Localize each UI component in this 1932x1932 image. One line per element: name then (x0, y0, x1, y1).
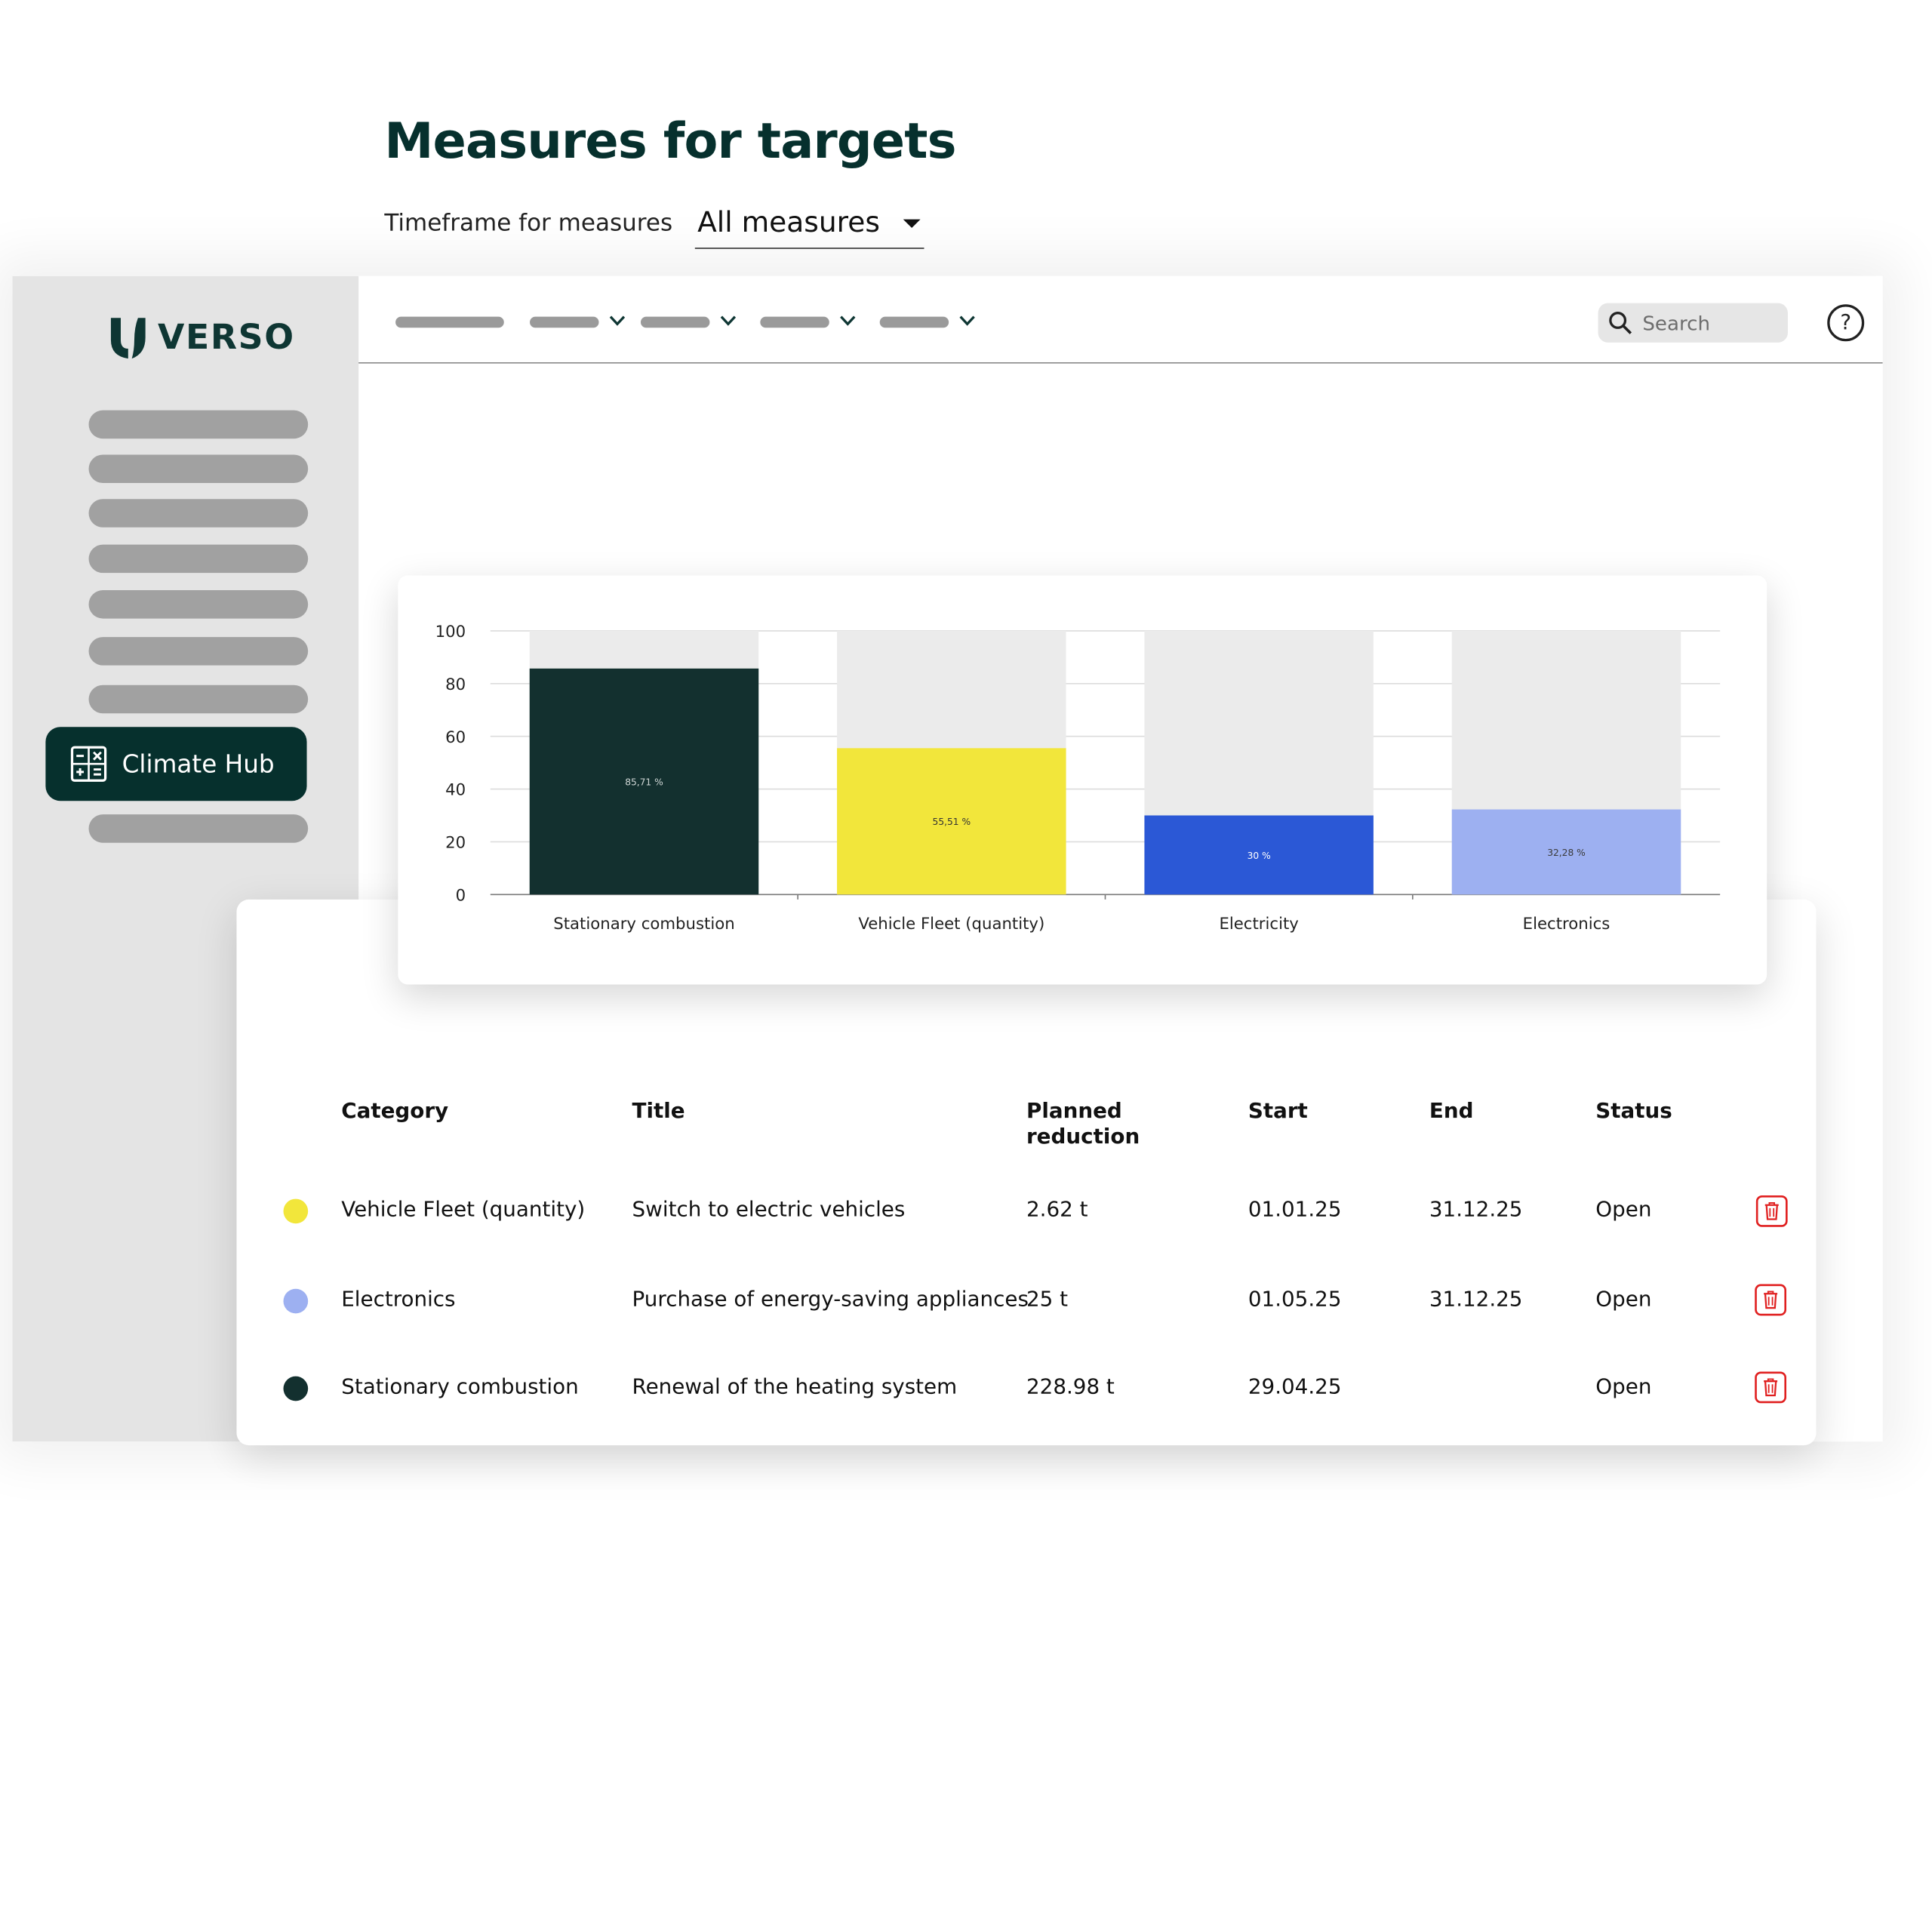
sidebar-item-placeholder[interactable] (88, 544, 309, 574)
x-tick-label: Electronics (1523, 915, 1611, 934)
sidebar-item-placeholder[interactable] (88, 814, 309, 843)
row-title[interactable]: Purchase of energy-saving appliances (632, 1287, 1029, 1312)
trash-icon[interactable] (1755, 1371, 1787, 1404)
row-start-date: 29.04.25 (1247, 1375, 1342, 1400)
search-placeholder: Search (1642, 311, 1711, 335)
row-status: Open (1595, 1197, 1652, 1223)
chevron-down-icon[interactable] (839, 312, 857, 329)
timeframe-select[interactable]: All measures (694, 197, 924, 249)
y-tick-label: 80 (445, 675, 466, 694)
calculator-icon (70, 746, 107, 782)
timeframe-value: All measures (697, 206, 880, 238)
chart-card: 0 20 40 60 80 100 85,71 % Stationary combustion… (398, 575, 1767, 985)
sidebar-item-climate-hub[interactable]: Climate Hub (45, 727, 307, 801)
help-button[interactable]: ? (1827, 304, 1865, 342)
search-input[interactable]: Search (1598, 303, 1788, 343)
chevron-down-icon[interactable] (609, 312, 626, 329)
brand-name: VERSO (157, 315, 295, 357)
caret-down-icon (903, 218, 921, 228)
bar-data-label: 30 % (1247, 851, 1271, 861)
top-navigation-bar: Search ? (358, 276, 1883, 364)
y-tick-label: 60 (445, 728, 466, 747)
column-header-status[interactable]: Status (1595, 1099, 1672, 1124)
verso-logo-icon (110, 318, 146, 359)
row-category: Vehicle Fleet (quantity) (341, 1197, 586, 1223)
search-icon (1609, 312, 1632, 334)
row-category: Stationary combustion (341, 1375, 579, 1400)
sidebar-item-placeholder[interactable] (88, 410, 309, 439)
sidebar-item-placeholder[interactable] (88, 685, 309, 714)
bar-data-label: 85,71 % (625, 777, 663, 787)
chevron-down-icon[interactable] (719, 312, 737, 329)
column-header-planned-reduction[interactable]: Planned reduction (1026, 1099, 1140, 1151)
nav-item-placeholder[interactable] (640, 316, 710, 328)
category-color-dot (283, 1376, 309, 1401)
sidebar-item-placeholder[interactable] (88, 637, 309, 666)
row-start-date: 01.01.25 (1247, 1197, 1342, 1223)
trash-icon[interactable] (1755, 1195, 1788, 1227)
page-title: Measures for targets (384, 113, 956, 171)
sidebar-item-placeholder[interactable] (88, 454, 309, 483)
row-title[interactable]: Switch to electric vehicles (632, 1198, 906, 1223)
trash-icon[interactable] (1755, 1284, 1787, 1316)
row-planned-reduction: 2.62 t (1026, 1197, 1088, 1223)
row-category: Electronics (341, 1287, 456, 1312)
bar-data-label: 55,51 % (933, 817, 971, 827)
nav-item-placeholder[interactable] (395, 316, 504, 328)
climate-hub-label: Climate Hub (122, 749, 275, 779)
y-tick-label: 100 (435, 623, 466, 641)
y-tick-label: 0 (456, 886, 466, 905)
row-start-date: 01.05.25 (1247, 1287, 1342, 1312)
sidebar-item-placeholder[interactable] (88, 499, 309, 528)
y-tick-label: 40 (445, 781, 466, 800)
chevron-down-icon[interactable] (958, 312, 976, 329)
column-header-end[interactable]: End (1429, 1099, 1474, 1124)
row-planned-reduction: 228.98 t (1026, 1375, 1115, 1400)
category-color-dot (283, 1288, 309, 1314)
bar-chart: 0 20 40 60 80 100 85,71 % Stationary combustion… (435, 623, 1721, 934)
y-tick-label: 20 (445, 834, 466, 853)
timeframe-label: Timeframe for measures (384, 209, 673, 237)
row-status: Open (1595, 1375, 1652, 1400)
column-header-category[interactable]: Category (341, 1099, 448, 1124)
x-tick-label: Vehicle Fleet (quantity) (858, 915, 1044, 934)
sidebar-item-placeholder[interactable] (88, 590, 309, 619)
x-tick-label: Electricity (1219, 915, 1298, 934)
nav-item-placeholder[interactable] (879, 316, 949, 328)
row-end-date: 31.12.25 (1429, 1197, 1523, 1223)
row-planned-reduction: 25 t (1026, 1287, 1069, 1312)
x-tick-label: Stationary combustion (553, 915, 734, 934)
brand-logo[interactable]: VERSO (109, 313, 295, 360)
planned-header-line1: Planned (1026, 1099, 1122, 1124)
category-color-dot (283, 1198, 309, 1224)
row-end-date: 31.12.25 (1429, 1287, 1523, 1312)
bar-data-label: 32,28 % (1547, 848, 1586, 858)
column-header-title[interactable]: Title (632, 1099, 685, 1124)
column-header-start[interactable]: Start (1248, 1099, 1308, 1124)
stage: VERSO Climate Hub Search ? Measures for … (0, 0, 1932, 1932)
row-status: Open (1595, 1287, 1652, 1312)
planned-header-line2: reduction (1026, 1124, 1140, 1150)
nav-item-placeholder[interactable] (760, 316, 829, 328)
row-title[interactable]: Renewal of the heating system (632, 1375, 958, 1400)
nav-item-placeholder[interactable] (530, 316, 599, 328)
